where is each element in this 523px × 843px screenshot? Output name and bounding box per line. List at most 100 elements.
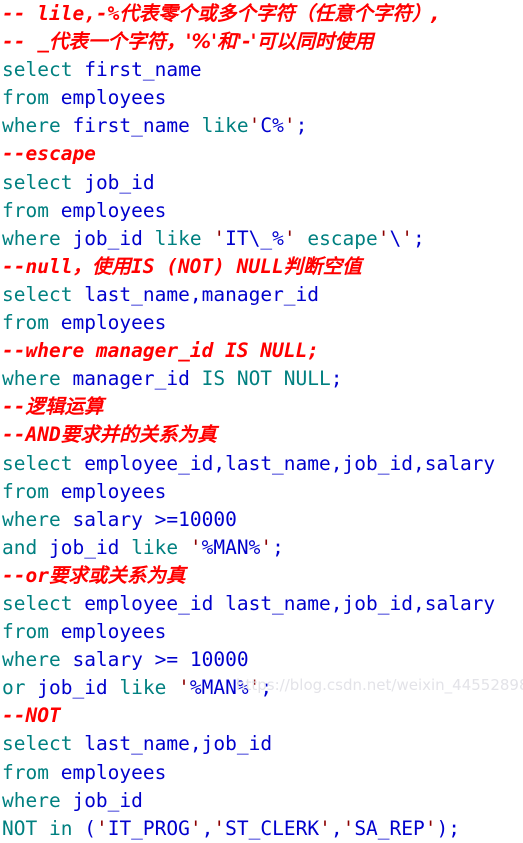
token-comment: --NOT <box>2 704 61 728</box>
token-punct: ; <box>272 535 284 559</box>
token-kw: from <box>2 760 49 784</box>
token-str: IT_PROG <box>107 816 190 840</box>
token-str: SA_REP <box>354 816 425 840</box>
token-id: job_id <box>84 170 155 194</box>
code-line[interactable]: --逻辑运算 <box>0 393 523 421</box>
token-id: job_id <box>201 732 273 756</box>
token-id: job_id <box>342 591 413 615</box>
code-line[interactable]: where job_id <box>0 787 523 815</box>
token-kw: select <box>2 451 73 475</box>
token-kw: and <box>2 535 38 559</box>
token-id: job_id <box>72 788 143 812</box>
token-kw: like <box>201 114 249 138</box>
token-comment: -- _ <box>2 30 49 54</box>
code-line[interactable]: where salary >=10000 <box>0 506 523 534</box>
token-comment: -- <box>2 2 38 25</box>
code-line[interactable]: --null，使用IS (NOT) NULL判断空值 <box>0 253 523 281</box>
token-kw: where <box>2 788 61 812</box>
code-line[interactable]: select employee_id last_name,job_id,sala… <box>0 590 523 618</box>
token-id: last_name <box>225 451 331 475</box>
token-kw: from <box>2 479 49 503</box>
token-id: last_name <box>84 732 190 756</box>
code-line[interactable]: where salary >= 10000 <box>0 646 523 674</box>
code-line[interactable]: -- _代表一个字符，'%'和'-'可以同时使用 <box>0 28 523 56</box>
token-punct: ( <box>84 816 96 840</box>
code-line[interactable]: --NOT <box>0 702 523 730</box>
token-op: >= <box>154 648 179 672</box>
code-line[interactable]: -- lile,-%代表零个或多个字符（任意个字符）, <box>0 0 523 28</box>
code-line[interactable]: select job_id <box>0 169 523 197</box>
token-kw: escape <box>307 226 378 250</box>
code-line[interactable]: from employees <box>0 197 523 225</box>
code-line[interactable]: from employees <box>0 759 523 787</box>
code-lines-container[interactable]: -- lile,-%代表零个或多个字符（任意个字符）, -- _代表一个字符，'%… <box>0 0 523 843</box>
code-line[interactable]: where job_id like 'IT\_%' escape'\'; <box>0 225 523 253</box>
token-comment: -- <box>2 395 26 419</box>
code-line[interactable]: select last_name,manager_id <box>0 281 523 309</box>
code-line[interactable]: --where manager_id IS NULL; <box>0 337 523 365</box>
token-comment-cn: 使用 <box>91 254 131 278</box>
token-kw: select <box>2 732 73 756</box>
token-comment: lile,-% <box>37 2 120 25</box>
code-line[interactable]: from employees <box>0 618 523 646</box>
token-comment-cn: 逻辑运算 <box>25 395 104 419</box>
code-line[interactable]: select employee_id,last_name,job_id,sala… <box>0 450 523 478</box>
token-str: C% <box>260 114 284 138</box>
code-line[interactable]: from employees <box>0 84 523 112</box>
token-kw: select <box>2 58 73 82</box>
code-line[interactable]: and job_id like '%MAN%'; <box>0 534 523 562</box>
token-id: manager_id <box>201 282 320 306</box>
code-line[interactable]: where first_name like'C%'; <box>0 112 523 140</box>
token-id: employee_id <box>84 451 214 475</box>
code-line[interactable]: --AND要求并的关系为真 <box>0 421 523 449</box>
code-line[interactable]: from employees <box>0 478 523 506</box>
token-quote: ' <box>178 676 190 700</box>
token-quote: ' <box>95 816 108 840</box>
token-id: salary <box>424 451 496 475</box>
token-punct: ; <box>260 676 273 700</box>
token-kw: from <box>2 198 49 222</box>
token-quote: ' <box>342 816 355 840</box>
token-id: first_name <box>84 58 202 82</box>
code-line[interactable]: from employees <box>0 309 523 337</box>
code-line[interactable]: where manager_id IS NOT NULL; <box>0 365 523 393</box>
token-punct: , <box>189 282 202 306</box>
token-kw: from <box>2 86 49 110</box>
token-quote: ' <box>377 226 390 250</box>
code-line[interactable]: select last_name,job_id <box>0 730 523 758</box>
code-line[interactable]: --escape <box>0 140 523 168</box>
token-kw: where <box>2 507 61 531</box>
code-line[interactable]: select first_name <box>0 56 523 84</box>
token-comment: --escape <box>2 142 96 166</box>
code-line[interactable]: --or要求或关系为真 <box>0 562 523 590</box>
token-kw: where <box>2 648 61 672</box>
sql-code-block[interactable]: -- lile,-%代表零个或多个字符（任意个字符）, -- _代表一个字符，'%… <box>0 0 523 840</box>
code-line[interactable]: or job_id like '%MAN%'; <box>0 674 523 702</box>
token-id: salary <box>72 507 143 531</box>
token-id: employees <box>60 760 167 784</box>
token-kw: select <box>2 170 73 194</box>
code-line[interactable]: NOT in ('IT_PROG','ST_CLERK','SA_REP'); <box>0 815 523 843</box>
token-comment: IS (NOT) NULL <box>130 254 284 278</box>
token-punct: , <box>330 816 343 840</box>
token-kw: from <box>2 620 49 644</box>
token-comment: --AND <box>2 423 61 447</box>
token-id: employees <box>60 620 167 644</box>
token-str: %MAN% <box>201 535 261 559</box>
